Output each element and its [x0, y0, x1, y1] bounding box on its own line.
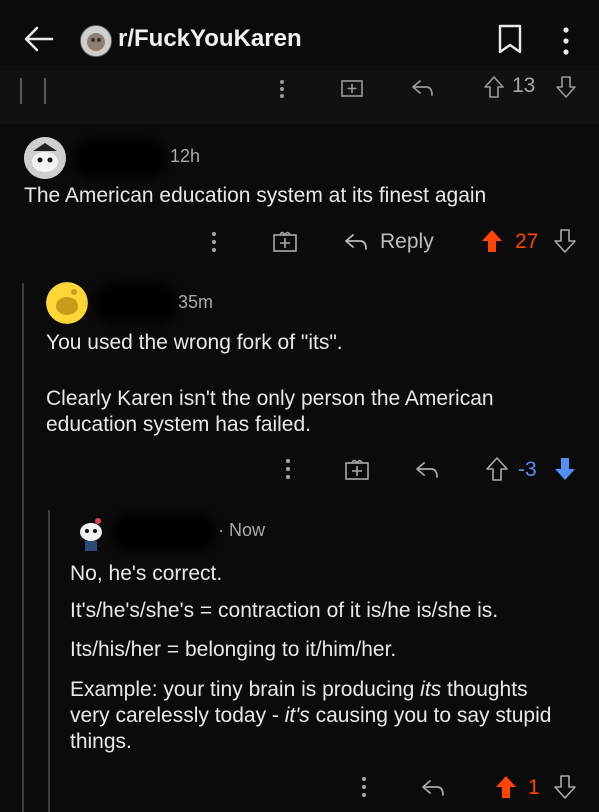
comment-body-line: very carelessly today - it's causing you…	[70, 704, 552, 727]
upvote-icon-active[interactable]	[494, 774, 518, 800]
comment-age: 35m	[178, 292, 214, 312]
more-options-icon[interactable]	[560, 24, 572, 58]
comment-body-line: No, he's correct.	[70, 562, 223, 585]
redacted-username	[118, 520, 210, 546]
vote-count: -3	[518, 458, 537, 481]
downvote-icon[interactable]	[553, 228, 577, 254]
more-options-icon[interactable]	[208, 230, 220, 254]
subreddit-name[interactable]: r/FuckYouKaren	[118, 25, 302, 53]
more-options-icon[interactable]	[276, 78, 288, 100]
comment-age: · Now	[218, 520, 266, 540]
comment-body-line: things.	[70, 730, 132, 753]
comment-body-line: Example: your tiny brain is producing it…	[70, 678, 528, 701]
more-options-icon[interactable]	[358, 775, 370, 799]
comment-age: 12h	[170, 146, 201, 166]
reply-icon[interactable]	[343, 232, 371, 252]
reply-icon[interactable]	[410, 78, 436, 98]
thread-line	[44, 78, 46, 104]
comment-body-line: It's/he's/she's = contraction of it is/h…	[70, 599, 499, 622]
user-avatar[interactable]	[72, 515, 110, 553]
redacted-username	[100, 290, 172, 316]
downvote-icon[interactable]	[555, 75, 577, 99]
reply-icon[interactable]	[420, 778, 448, 798]
user-avatar[interactable]	[24, 137, 66, 179]
subreddit-avatar[interactable]	[80, 25, 112, 57]
comment-body-line: education system has failed.	[46, 413, 311, 436]
upvote-icon[interactable]	[485, 456, 509, 482]
redacted-username	[80, 146, 160, 172]
award-icon[interactable]	[344, 457, 370, 481]
comment-body-line: Clearly Karen isn't the only person the …	[46, 387, 494, 410]
award-icon[interactable]	[340, 76, 364, 98]
downvote-icon-active[interactable]	[553, 456, 577, 482]
thread-line	[20, 78, 22, 104]
upvote-icon-active[interactable]	[480, 228, 504, 254]
vote-count: 1	[528, 776, 540, 799]
previous-comment-action-bar	[0, 66, 599, 124]
comment-body: The American education system at its fin…	[24, 184, 487, 207]
comment-body-line: You used the wrong fork of "its".	[46, 331, 343, 354]
comment-body-line: Its/his/her = belonging to it/him/her.	[70, 638, 397, 661]
user-avatar[interactable]	[46, 282, 88, 324]
more-options-icon[interactable]	[282, 457, 294, 481]
award-icon[interactable]	[272, 229, 298, 253]
thread-line	[48, 510, 50, 812]
upvote-icon[interactable]	[483, 75, 505, 99]
back-arrow-icon[interactable]	[22, 22, 56, 56]
bookmark-icon[interactable]	[497, 24, 523, 54]
downvote-icon[interactable]	[553, 774, 577, 800]
vote-count: 27	[515, 230, 539, 253]
reply-icon[interactable]	[414, 460, 442, 480]
vote-count: 13	[512, 74, 536, 97]
thread-line	[22, 283, 24, 812]
reply-button[interactable]: Reply	[380, 230, 434, 254]
